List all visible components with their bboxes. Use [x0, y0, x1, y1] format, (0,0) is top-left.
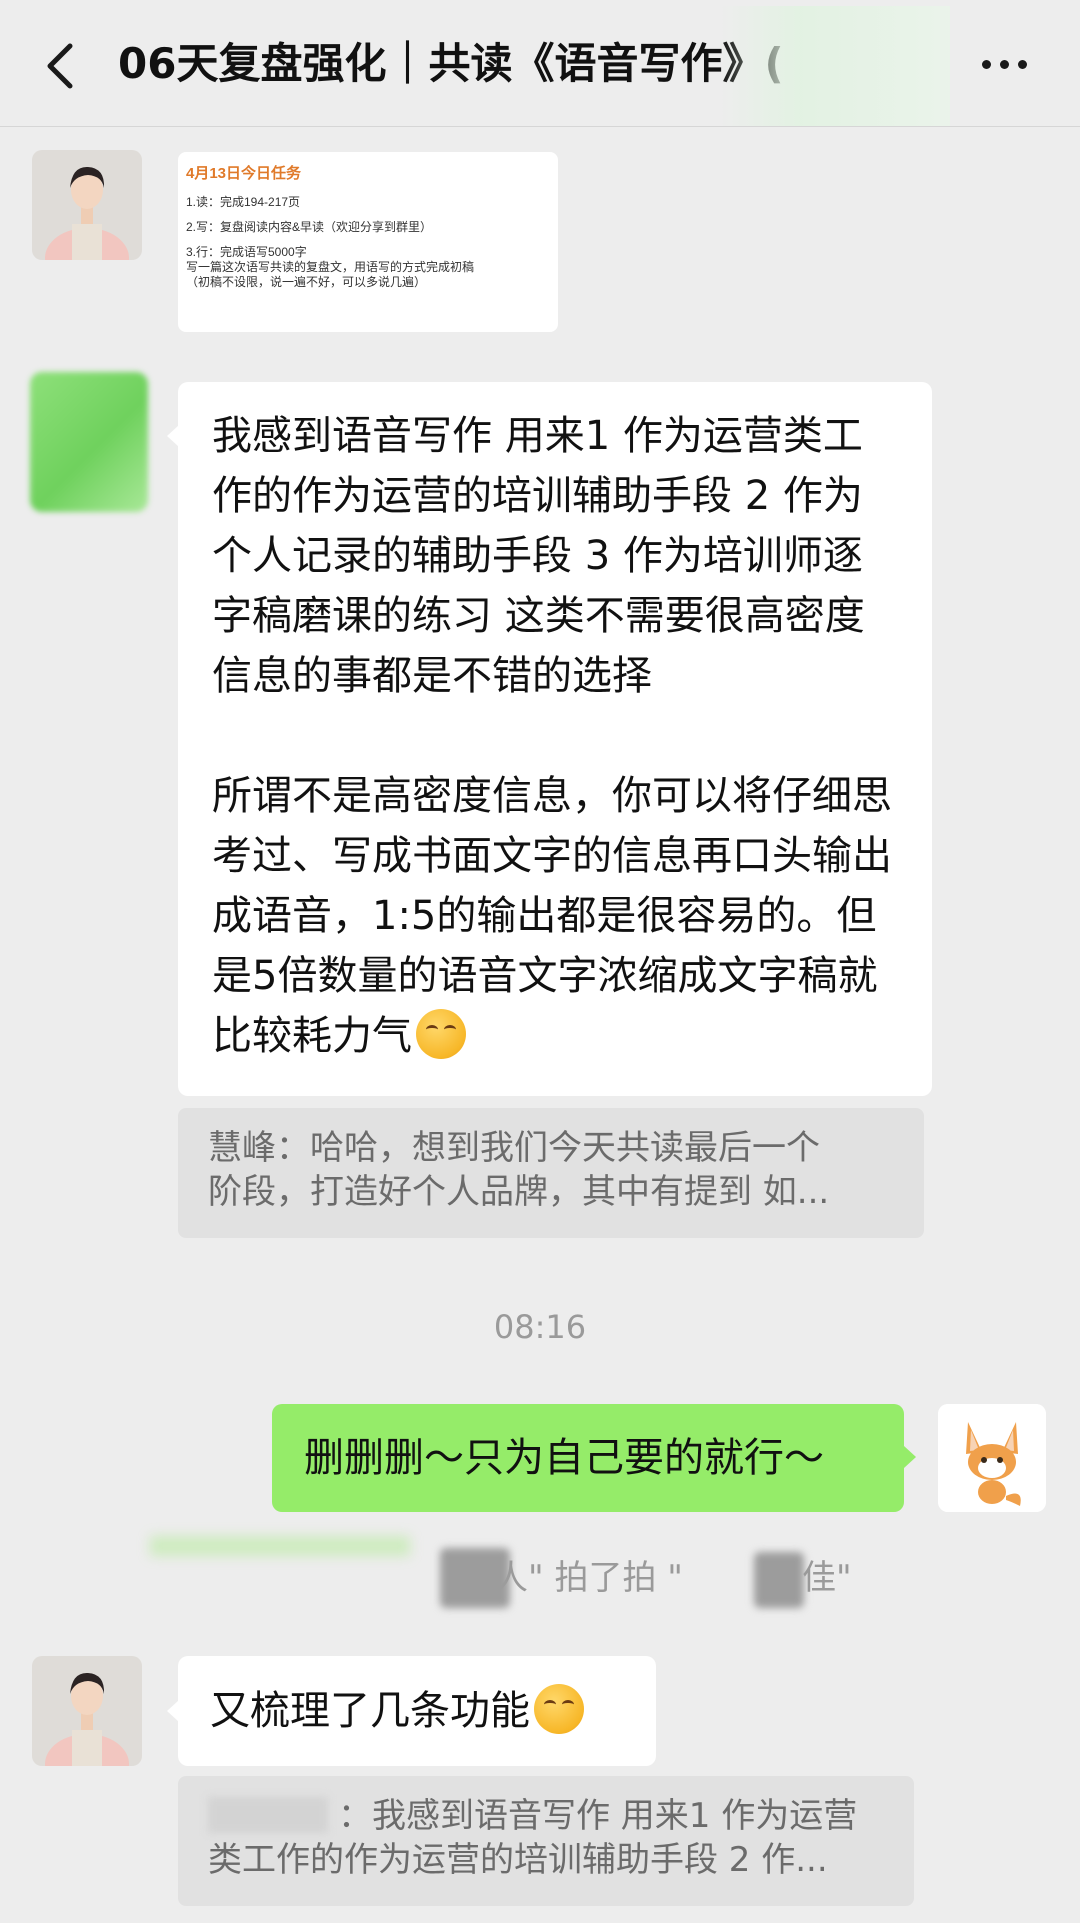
- smirk-emoji-icon: [534, 1684, 584, 1734]
- image-message[interactable]: 4月13日今日任务 1.读：完成194-217页 2.写：复盘阅读内容&早读（欢…: [178, 152, 558, 332]
- chevron-left-icon: [47, 43, 73, 89]
- quote-line: 阶段，打造好个人品牌，其中有提到 如...: [208, 1172, 830, 1212]
- quote-line: 类工作的作为运营的培训辅助手段 2 作...: [208, 1840, 828, 1880]
- sent-message-text: 删删删～只为自己要的就行～: [304, 1435, 824, 1481]
- image-subline: （初稿不设限，说一遍不好，可以多说几遍）: [186, 275, 427, 289]
- blurred-avatar[interactable]: [30, 372, 148, 512]
- redacted-name: [440, 1548, 510, 1608]
- message-paragraph: 我感到语音写作 用来1 作为运营类工作的作为运营的培训辅助手段 2 作为个人记录…: [212, 413, 865, 699]
- message-text: 又梳理了几条功能: [210, 1688, 530, 1734]
- more-dot: [982, 60, 991, 69]
- image-subline: 写一篇这次语写共读的复盘文，用语写的方式完成初稿: [186, 260, 475, 274]
- image-line: 2.写：复盘阅读内容&早读（欢迎分享到群里）: [186, 220, 433, 234]
- fox-avatar-icon: [938, 1404, 1046, 1512]
- timestamp: 08:16: [493, 1308, 587, 1346]
- message-paragraph-text: 所谓不是高密度信息，你可以将仔细思考过、写成书面文字的信息再口头输出成语音，1:…: [212, 773, 892, 1059]
- system-notice: 人" 拍了拍 " 佳": [150, 1548, 930, 1608]
- back-button[interactable]: [34, 26, 94, 102]
- text-message[interactable]: 我感到语音写作 用来1 作为运营类工作的作为运营的培训辅助手段 2 作为个人记录…: [178, 382, 932, 1096]
- chat-header: 06天复盘强化｜共读《语音写作》(: [0, 0, 1080, 127]
- person-avatar-icon: [32, 1656, 142, 1766]
- image-line: 1.读：完成194-217页: [186, 195, 301, 209]
- title-overlay: [720, 6, 950, 126]
- more-button[interactable]: [970, 40, 1040, 88]
- chat-title: 06天复盘强化｜共读《语音写作》(: [118, 39, 784, 88]
- quoted-message[interactable]: ：我感到语音写作 用来1 作为运营 类工作的作为运营的培训辅助手段 2 作...: [178, 1776, 914, 1906]
- sent-message[interactable]: 删删删～只为自己要的就行～: [272, 1404, 904, 1512]
- my-avatar[interactable]: [938, 1404, 1046, 1512]
- quote-line: ：我感到语音写作 用来1 作为运营: [208, 1794, 884, 1838]
- quoted-message[interactable]: 慧峰：哈哈，想到我们今天共读最后一个 阶段，打造好个人品牌，其中有提到 如...: [178, 1108, 924, 1238]
- thinking-emoji-icon: [416, 1009, 466, 1059]
- quote-line: 慧峰：哈哈，想到我们今天共读最后一个: [208, 1128, 820, 1168]
- more-dot: [1000, 60, 1009, 69]
- text-message[interactable]: 又梳理了几条功能: [178, 1656, 656, 1766]
- redacted-sender: [208, 1797, 328, 1833]
- notice-text-1: 人" 拍了拍 ": [494, 1558, 683, 1598]
- image-line: 3.行：完成语写5000字: [186, 245, 307, 259]
- redacted-name: [754, 1552, 804, 1608]
- blurred-bar: [150, 1536, 410, 1556]
- notice-text-2: 佳": [802, 1558, 852, 1598]
- message-paragraph: 所谓不是高密度信息，你可以将仔细思考过、写成书面文字的信息再口头输出成语音，1:…: [212, 766, 898, 1066]
- avatar[interactable]: [32, 1656, 142, 1766]
- image-title: 4月13日今日任务: [186, 165, 302, 182]
- person-avatar-icon: [32, 150, 142, 260]
- quote-line-text: ：我感到语音写作 用来1 作为运营: [338, 1796, 858, 1836]
- more-dot: [1018, 60, 1027, 69]
- avatar[interactable]: [32, 150, 142, 260]
- bubble-tail: [904, 1446, 916, 1468]
